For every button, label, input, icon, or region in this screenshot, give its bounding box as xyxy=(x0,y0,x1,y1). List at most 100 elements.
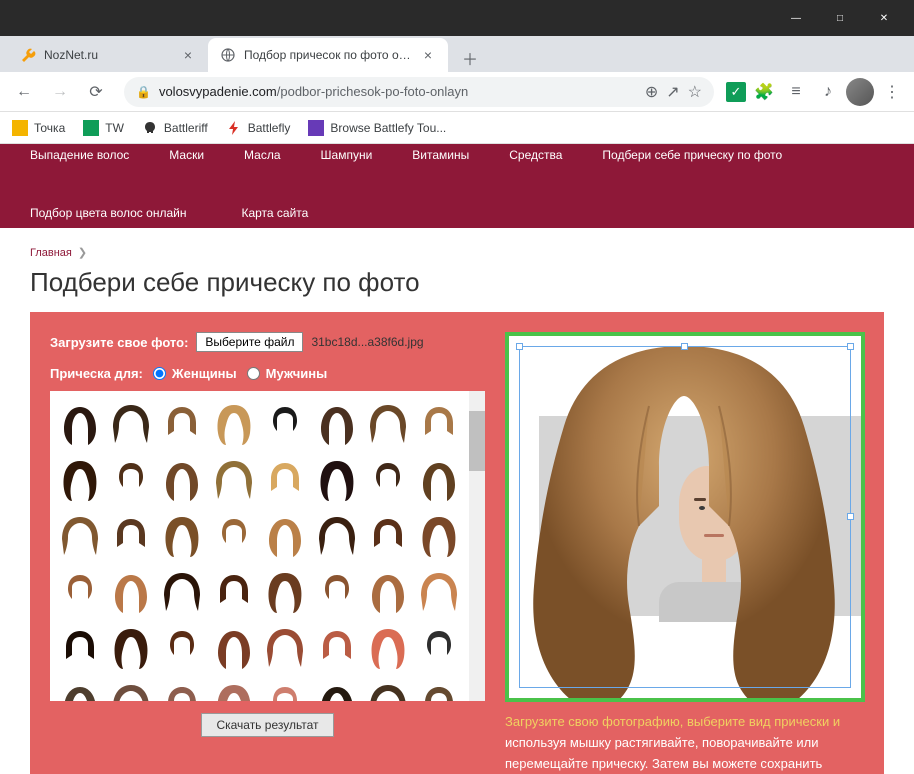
hairstyle-thumbnail[interactable] xyxy=(159,565,206,617)
window-maximize-button[interactable]: □ xyxy=(818,2,862,34)
hairstyle-thumbnail[interactable] xyxy=(107,565,154,617)
hairstyle-thumbnail[interactable] xyxy=(364,397,411,449)
hairstyle-thumbnail[interactable] xyxy=(364,509,411,561)
hairstyle-thumbnail[interactable] xyxy=(313,397,360,449)
download-result-button[interactable]: Скачать результат xyxy=(201,713,333,737)
instructions-text: Загрузите свою фотографию, выберите вид … xyxy=(505,712,865,774)
nav-item[interactable]: Карта сайта xyxy=(241,206,308,220)
hairstyle-thumbnail[interactable] xyxy=(262,677,309,701)
tab-hairstyle[interactable]: Подбор причесок по фото онла × xyxy=(208,38,448,72)
reading-list-icon[interactable]: ≡ xyxy=(782,78,810,106)
new-tab-button[interactable]: ＋ xyxy=(456,44,484,72)
hairstyle-thumbnail[interactable] xyxy=(416,453,463,505)
hairstyle-thumbnail[interactable] xyxy=(159,509,206,561)
hairstyle-thumbnail[interactable] xyxy=(210,621,257,673)
hairstyle-thumbnail[interactable] xyxy=(416,509,463,561)
hairstyle-thumbnail[interactable] xyxy=(159,621,206,673)
hairstyle-thumbnail[interactable] xyxy=(107,677,154,701)
hairstyle-thumbnail[interactable] xyxy=(262,397,309,449)
bookmark-battlefly[interactable]: Battlefly xyxy=(226,120,291,136)
hairstyle-thumbnail[interactable] xyxy=(262,565,309,617)
hairstyle-thumbnail[interactable] xyxy=(416,397,463,449)
close-icon[interactable]: × xyxy=(180,47,196,63)
hairstyle-thumbnail[interactable] xyxy=(107,397,154,449)
hairstyle-thumbnail[interactable] xyxy=(313,621,360,673)
choose-file-button[interactable]: Выберите файл xyxy=(196,332,303,352)
forward-button[interactable]: → xyxy=(44,76,76,108)
gender-men-label[interactable]: Мужчины xyxy=(266,366,328,381)
hairstyle-thumbnail[interactable] xyxy=(313,677,360,701)
hairstyle-thumbnail[interactable] xyxy=(416,621,463,673)
resize-handle-ne[interactable] xyxy=(847,343,854,350)
nav-item[interactable]: Выпадение волос xyxy=(30,148,129,162)
star-icon[interactable]: ☆ xyxy=(688,82,702,102)
close-icon[interactable]: × xyxy=(420,47,436,63)
gender-men-radio[interactable] xyxy=(247,367,260,380)
window-minimize-button[interactable]: — xyxy=(774,2,818,34)
preview-canvas[interactable] xyxy=(505,332,865,702)
share-icon[interactable]: ↗ xyxy=(666,82,679,102)
hairstyle-thumbnail[interactable] xyxy=(313,509,360,561)
hairstyle-thumbnail[interactable] xyxy=(210,565,257,617)
hairstyle-thumbnail[interactable] xyxy=(210,677,257,701)
hairstyle-thumbnail[interactable] xyxy=(364,621,411,673)
gender-label: Прическа для: xyxy=(50,366,143,381)
bookmark-tochka[interactable]: Точка xyxy=(12,120,65,136)
omnibox[interactable]: 🔒 volosvypadenie.com/podbor-prichesok-po… xyxy=(124,77,714,107)
window-close-button[interactable]: ✕ xyxy=(862,2,906,34)
hairstyle-thumbnail[interactable] xyxy=(364,677,411,701)
hairstyle-thumbnail[interactable] xyxy=(313,565,360,617)
hairstyle-thumbnail[interactable] xyxy=(262,621,309,673)
music-icon[interactable]: ♪ xyxy=(814,78,842,106)
nav-item[interactable]: Шампуни xyxy=(321,148,373,162)
square-icon xyxy=(83,120,99,136)
gender-women-label[interactable]: Женщины xyxy=(172,366,237,381)
back-button[interactable]: ← xyxy=(8,76,40,108)
nav-item[interactable]: Маски xyxy=(169,148,204,162)
nav-item[interactable]: Средства xyxy=(509,148,562,162)
hairstyle-thumbnail[interactable] xyxy=(56,397,103,449)
hairstyle-thumbnail[interactable] xyxy=(364,565,411,617)
resize-handle-n[interactable] xyxy=(681,343,688,350)
profile-avatar-button[interactable] xyxy=(846,78,874,106)
search-icon[interactable]: ⊕ xyxy=(645,82,658,102)
bookmark-tw[interactable]: TW xyxy=(83,120,124,136)
nav-item[interactable]: Подбор цвета волос онлайн xyxy=(30,206,186,220)
hairstyle-thumbnail[interactable] xyxy=(107,621,154,673)
hairstyle-thumbnail[interactable] xyxy=(262,453,309,505)
address-bar: ← → ⟳ 🔒 volosvypadenie.com/podbor-priche… xyxy=(0,72,914,112)
hairstyle-thumbnail[interactable] xyxy=(416,565,463,617)
hairstyle-thumbnail[interactable] xyxy=(107,509,154,561)
nav-item[interactable]: Масла xyxy=(244,148,280,162)
tab-noznet[interactable]: NozNet.ru × xyxy=(8,38,208,72)
reload-button[interactable]: ⟳ xyxy=(80,76,112,108)
nav-item[interactable]: Подбери себе прическу по фото xyxy=(602,148,782,162)
extension-check-icon[interactable]: ✓ xyxy=(726,82,746,102)
hairstyle-thumbnail[interactable] xyxy=(210,397,257,449)
gender-women-radio[interactable] xyxy=(153,367,166,380)
nav-item[interactable]: Витамины xyxy=(412,148,469,162)
hairstyle-thumbnail[interactable] xyxy=(159,453,206,505)
bookmark-battleriff[interactable]: Battleriff xyxy=(142,120,208,136)
hairstyle-thumbnail[interactable] xyxy=(56,509,103,561)
hairstyle-thumbnail[interactable] xyxy=(210,509,257,561)
chrome-menu-button[interactable]: ⋮ xyxy=(878,78,906,106)
hairstyle-thumbnail[interactable] xyxy=(262,509,309,561)
gallery-scrollbar[interactable] xyxy=(469,391,485,701)
hairstyle-thumbnail[interactable] xyxy=(56,621,103,673)
hairstyle-thumbnail[interactable] xyxy=(107,453,154,505)
breadcrumb-home[interactable]: Главная xyxy=(30,247,72,259)
bookmark-battlefy[interactable]: Browse Battlefy Tou... xyxy=(308,120,446,136)
hairstyle-thumbnail[interactable] xyxy=(56,453,103,505)
extensions-icon[interactable]: 🧩 xyxy=(750,78,778,106)
scrollbar-thumb[interactable] xyxy=(469,411,485,471)
hairstyle-thumbnail[interactable] xyxy=(56,677,103,701)
hairstyle-thumbnail[interactable] xyxy=(159,677,206,701)
hairstyle-thumbnail[interactable] xyxy=(416,677,463,701)
hairstyle-thumbnail[interactable] xyxy=(313,453,360,505)
resize-handle-nw[interactable] xyxy=(516,343,523,350)
hairstyle-thumbnail[interactable] xyxy=(210,453,257,505)
hairstyle-thumbnail[interactable] xyxy=(56,565,103,617)
hairstyle-thumbnail[interactable] xyxy=(364,453,411,505)
hairstyle-thumbnail[interactable] xyxy=(159,397,206,449)
